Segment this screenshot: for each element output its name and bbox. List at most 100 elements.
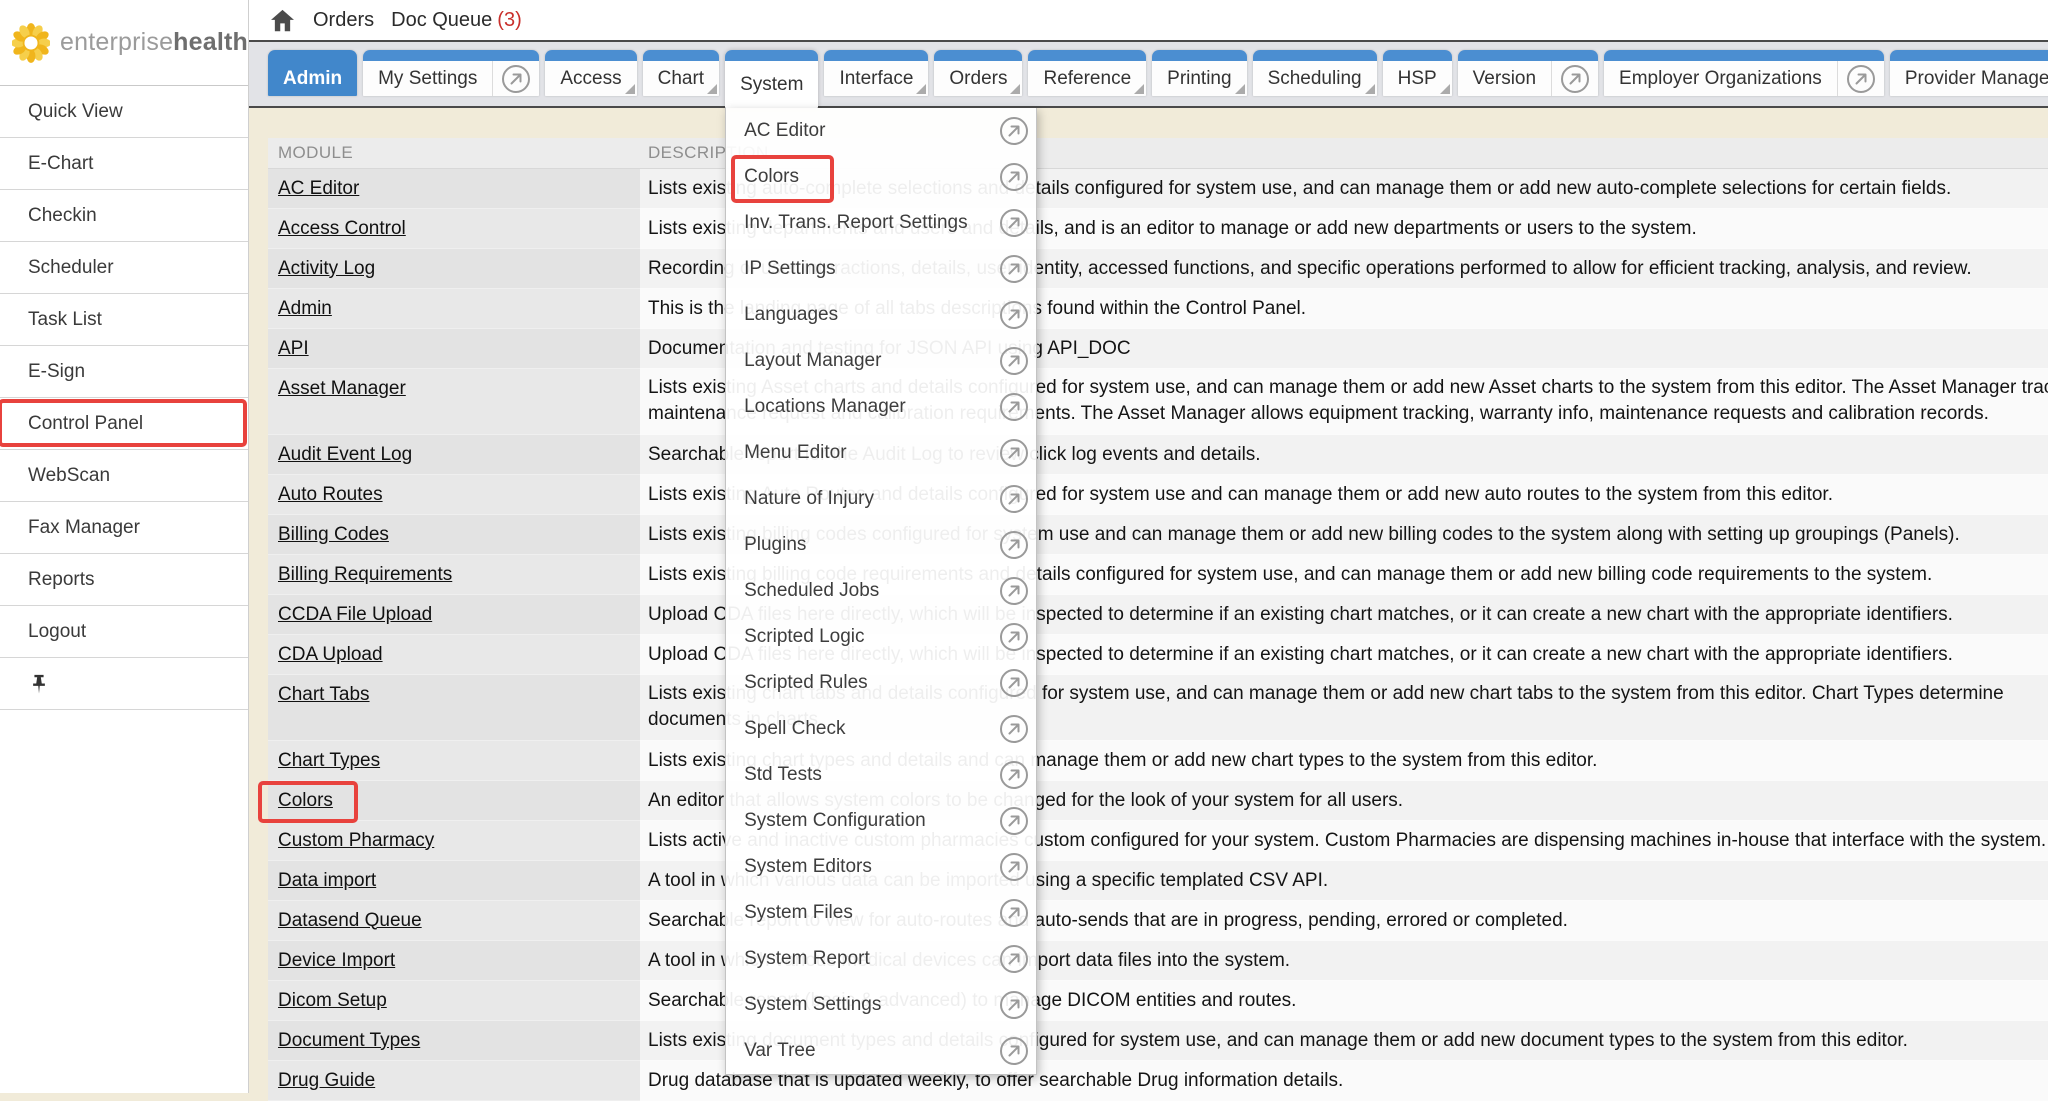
sidebar-item-checkin[interactable]: Checkin — [0, 190, 248, 242]
external-link-icon[interactable] — [992, 208, 1036, 238]
module-link-admin[interactable]: Admin — [278, 298, 332, 320]
external-link-icon[interactable] — [992, 806, 1036, 836]
menu-item-scheduled-jobs[interactable]: Scheduled Jobs — [726, 568, 1036, 614]
sidebar-item-fax-manager[interactable]: Fax Manager — [0, 502, 248, 554]
menu-item-system-configuration[interactable]: System Configuration — [726, 798, 1036, 844]
tab-version[interactable]: Version — [1458, 50, 1598, 96]
menu-item-label: Scheduled Jobs — [726, 580, 992, 602]
external-link-icon[interactable] — [1838, 64, 1884, 94]
tab-hsp[interactable]: HSP — [1383, 50, 1452, 96]
tab-orders[interactable]: Orders — [934, 50, 1022, 96]
tab-chart[interactable]: Chart — [643, 50, 719, 96]
module-cell: Billing Requirements — [268, 555, 640, 595]
external-link-icon[interactable] — [1552, 64, 1598, 94]
menu-item-scripted-rules[interactable]: Scripted Rules — [726, 660, 1036, 706]
tab-provider-management[interactable]: Provider Management — [1890, 50, 2048, 96]
external-link-icon[interactable] — [992, 162, 1036, 192]
sidebar-item-webscan[interactable]: WebScan — [0, 450, 248, 502]
sidebar-item-quick-view[interactable]: Quick View — [0, 86, 248, 138]
module-link-billing-codes[interactable]: Billing Codes — [278, 524, 389, 546]
menu-item-scripted-logic[interactable]: Scripted Logic — [726, 614, 1036, 660]
tab-top-stripe — [268, 50, 357, 61]
menu-item-std-tests[interactable]: Std Tests — [726, 752, 1036, 798]
sidebar-item-logout[interactable]: Logout — [0, 606, 248, 658]
menu-item-colors[interactable]: Colors — [726, 154, 1036, 200]
sidebar-item-e-chart[interactable]: E-Chart — [0, 138, 248, 190]
menu-item-nature-of-injury[interactable]: Nature of Injury — [726, 476, 1036, 522]
menu-item-system-settings[interactable]: System Settings — [726, 982, 1036, 1028]
module-link-ac-editor[interactable]: AC Editor — [278, 178, 359, 200]
menu-item-system-editors[interactable]: System Editors — [726, 844, 1036, 890]
module-link-api[interactable]: API — [278, 338, 309, 360]
sidebar-item-task-list[interactable]: Task List — [0, 294, 248, 346]
sidebar-pin-row[interactable] — [0, 658, 248, 710]
tab-interface[interactable]: Interface — [824, 50, 928, 96]
external-link-icon[interactable] — [992, 898, 1036, 928]
external-link-icon[interactable] — [992, 622, 1036, 652]
module-link-activity-log[interactable]: Activity Log — [278, 258, 375, 280]
sidebar-item-control-panel[interactable]: Control Panel — [0, 398, 248, 450]
module-link-cda-upload[interactable]: CDA Upload — [278, 644, 383, 666]
module-link-datasend-queue[interactable]: Datasend Queue — [278, 910, 422, 932]
external-link-icon[interactable] — [992, 990, 1036, 1020]
menu-item-ip-settings[interactable]: IP Settings — [726, 246, 1036, 292]
module-link-audit-event-log[interactable]: Audit Event Log — [278, 444, 412, 466]
tab-printing[interactable]: Printing — [1152, 50, 1246, 96]
menu-item-menu-editor[interactable]: Menu Editor — [726, 430, 1036, 476]
menu-item-spell-check[interactable]: Spell Check — [726, 706, 1036, 752]
external-link-icon[interactable] — [992, 484, 1036, 514]
tab-access[interactable]: Access — [545, 50, 636, 96]
module-link-device-import[interactable]: Device Import — [278, 950, 395, 972]
external-link-icon[interactable] — [992, 116, 1036, 146]
tab-system[interactable]: SystemAC Editor Colors Inv. Trans. Repor… — [725, 50, 818, 108]
menu-item-plugins[interactable]: Plugins — [726, 522, 1036, 568]
module-link-access-control[interactable]: Access Control — [278, 218, 406, 240]
menu-item-system-report[interactable]: System Report — [726, 936, 1036, 982]
external-link-icon[interactable] — [992, 760, 1036, 790]
module-link-chart-types[interactable]: Chart Types — [278, 750, 380, 772]
external-link-icon[interactable] — [992, 852, 1036, 882]
module-link-auto-routes[interactable]: Auto Routes — [278, 484, 383, 506]
menu-item-ac-editor[interactable]: AC Editor — [726, 108, 1036, 154]
external-link-icon[interactable] — [992, 944, 1036, 974]
menu-item-layout-manager[interactable]: Layout Manager — [726, 338, 1036, 384]
sidebar-item-reports[interactable]: Reports — [0, 554, 248, 606]
external-link-icon[interactable] — [992, 438, 1036, 468]
breadcrumb-doc-queue[interactable]: Doc Queue — [391, 9, 492, 32]
external-link-icon[interactable] — [992, 576, 1036, 606]
tab-employer-organizations[interactable]: Employer Organizations — [1604, 50, 1884, 96]
sidebar-item-e-sign[interactable]: E-Sign — [0, 346, 248, 398]
top-bar: Orders Doc Queue (3) — [249, 0, 2048, 42]
tab-scheduling[interactable]: Scheduling — [1253, 50, 1377, 96]
external-link-icon[interactable] — [493, 64, 539, 94]
tab-admin[interactable]: Admin — [268, 50, 357, 96]
menu-item-system-files[interactable]: System Files — [726, 890, 1036, 936]
menu-item-var-tree[interactable]: Var Tree — [726, 1028, 1036, 1074]
tab-reference[interactable]: Reference — [1028, 50, 1146, 96]
external-link-icon[interactable] — [992, 346, 1036, 376]
module-link-custom-pharmacy[interactable]: Custom Pharmacy — [278, 830, 434, 852]
module-link-billing-requirements[interactable]: Billing Requirements — [278, 564, 452, 586]
module-link-dicom-setup[interactable]: Dicom Setup — [278, 990, 387, 1012]
external-link-icon[interactable] — [992, 530, 1036, 560]
external-link-icon[interactable] — [992, 254, 1036, 284]
external-link-icon[interactable] — [992, 714, 1036, 744]
breadcrumb-orders[interactable]: Orders — [313, 9, 374, 32]
module-link-ccda-file-upload[interactable]: CCDA File Upload — [278, 604, 432, 626]
external-link-icon[interactable] — [992, 668, 1036, 698]
sidebar-item-scheduler[interactable]: Scheduler — [0, 242, 248, 294]
module-link-data-import[interactable]: Data import — [278, 870, 376, 892]
module-link-colors[interactable]: Colors — [278, 790, 333, 812]
module-link-document-types[interactable]: Document Types — [278, 1030, 420, 1052]
tab-my-settings[interactable]: My Settings — [363, 50, 539, 96]
external-link-icon[interactable] — [992, 1036, 1036, 1066]
module-link-asset-manager[interactable]: Asset Manager — [278, 378, 406, 400]
external-link-icon[interactable] — [992, 300, 1036, 330]
menu-item-locations-manager[interactable]: Locations Manager — [726, 384, 1036, 430]
module-link-drug-guide[interactable]: Drug Guide — [278, 1070, 375, 1092]
menu-item-languages[interactable]: Languages — [726, 292, 1036, 338]
external-link-icon[interactable] — [992, 392, 1036, 422]
menu-item-inv-trans-report-settings[interactable]: Inv. Trans. Report Settings — [726, 200, 1036, 246]
home-icon[interactable] — [269, 7, 296, 34]
module-link-chart-tabs[interactable]: Chart Tabs — [278, 684, 370, 706]
